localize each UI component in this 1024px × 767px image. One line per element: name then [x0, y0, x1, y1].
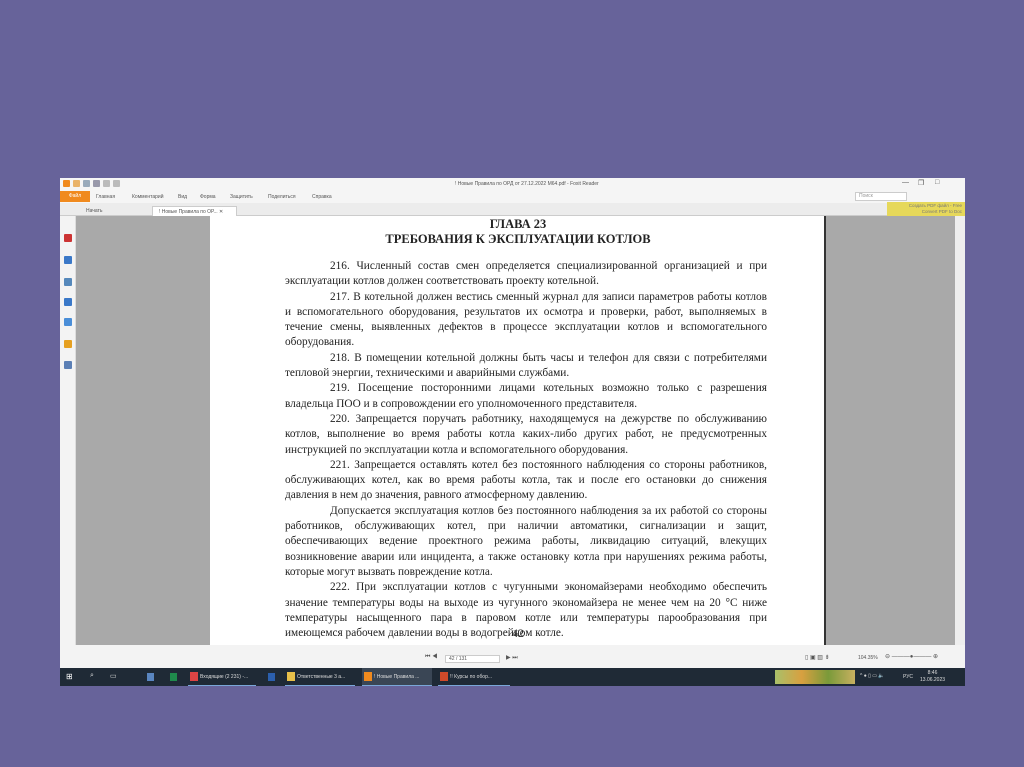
open-icon[interactable] [73, 180, 80, 187]
print-icon[interactable] [93, 180, 100, 187]
taskbar-label: Входящие (2 231) -... [200, 674, 249, 680]
language-indicator[interactable]: РУС [903, 674, 913, 680]
window-title: ! Новые Правила по ОРД от 27.12.2022 М64… [455, 181, 599, 187]
pdf-page: ГЛАВА 23 ТРЕБОВАНИЯ К ЭКСПЛУАТАЦИИ КОТЛО… [210, 216, 826, 645]
close-tab-icon[interactable]: ✕ [219, 209, 223, 215]
pages-icon[interactable] [64, 256, 72, 264]
taskbar-label: Ответственные 3 а... [297, 674, 346, 680]
windows-taskbar: ⊞ ⌕ ▭ Входящие (2 231) -... Ответственны… [60, 668, 965, 686]
page-field[interactable]: 42 / 131 [445, 655, 500, 663]
minimize-button[interactable]: — [902, 179, 909, 186]
page-number: 42 [512, 626, 524, 640]
clock[interactable]: 8:46 13.06.2023 [920, 670, 945, 684]
taskbar-item-browser[interactable]: Входящие (2 231) -... [188, 668, 256, 686]
search-input[interactable]: Поиск [855, 192, 907, 201]
powerpoint-icon [440, 672, 448, 681]
taskbar-item-folder[interactable]: Ответственные 3 а... [285, 668, 355, 686]
chrome-icon [190, 672, 198, 681]
tab-protect[interactable]: Защитить [230, 194, 253, 200]
chapter-title: ГЛАВА 23 [489, 217, 547, 231]
date: 13.06.2023 [920, 677, 946, 683]
promo-banner[interactable]: Создать PDF файл - Free Convert PDF to Do… [887, 202, 965, 216]
promo-line2: Convert PDF to Doc [921, 209, 962, 214]
lock-icon[interactable] [64, 340, 72, 348]
search-icon[interactable]: ⌕ [90, 672, 94, 680]
paragraph: Допускается эксплуатация котлов без пост… [285, 504, 767, 578]
undo-icon[interactable] [103, 180, 110, 187]
bookmark-icon[interactable] [64, 234, 72, 242]
taskbar-item-powerpoint[interactable]: !! Курсы по обор... [438, 668, 510, 686]
word-icon[interactable] [268, 673, 275, 681]
first-page-button[interactable]: ⏮ ◀ [425, 654, 437, 661]
taskbar-label: ! Новые Правила ... [374, 674, 420, 680]
time: 8:46 [927, 670, 938, 676]
paragraph: 219. Посещение посторонними лицами котел… [285, 382, 767, 410]
tray-icons[interactable]: ^ ● ▯ ▭ 🔈 [860, 673, 885, 679]
paragraph: 220. Запрещается поручать работнику, нах… [285, 412, 767, 456]
paragraph: 218. В помещении котельной должны быть ч… [285, 351, 767, 380]
foxit-icon [364, 672, 372, 681]
attachment-icon[interactable] [64, 318, 72, 326]
tab-start[interactable]: Начать [80, 206, 108, 216]
start-icon[interactable]: ⊞ [66, 672, 73, 681]
tab-form[interactable]: Форма [200, 194, 216, 200]
tab-home[interactable]: Главная [96, 194, 115, 200]
tab-document-label: ! Новые Правила по ОР... [159, 209, 218, 215]
file-tab[interactable]: Файл [60, 191, 90, 202]
document-tabs: Начать ! Новые Правила по ОР... ✕ [60, 203, 965, 216]
app-icon[interactable] [147, 673, 154, 681]
next-page-button[interactable]: ▶ ⏭ [506, 654, 518, 662]
comments-icon[interactable] [64, 298, 72, 306]
signature-icon[interactable] [64, 361, 72, 369]
zoom-level[interactable]: 104.35% [858, 655, 878, 661]
zoom-slider[interactable]: ⊖ ———●——— ⊕ [885, 653, 938, 660]
task-view-icon[interactable]: ▭ [110, 672, 117, 680]
paragraph: 217. В котельной должен вестись сменный … [285, 290, 767, 349]
restore-button[interactable]: ❐ [918, 179, 924, 187]
tab-view[interactable]: Вид [178, 194, 187, 200]
paragraph: 221. Запрещается оставлять котел без пос… [285, 458, 767, 502]
foxit-reader-window: ! Новые Правила по ОРД от 27.12.2022 М64… [60, 178, 965, 686]
paragraph: 216. Численный состав смен определяется … [285, 260, 767, 288]
status-bar: ⏮ ◀ 42 / 131 ▶ ⏭ ▯ ▣ ▥ ⇟ 104.35% ⊖ ———●—… [60, 645, 965, 668]
tab-help[interactable]: Справка [312, 194, 332, 200]
taskbar-item-foxit[interactable]: ! Новые Правила ... [362, 668, 432, 686]
taskbar-label: !! Курсы по обор... [450, 674, 493, 680]
tab-comment[interactable]: Комментарий [132, 194, 164, 200]
title-bar: ! Новые Правила по ОРД от 27.12.2022 М64… [60, 178, 965, 190]
maximize-button[interactable]: □ [935, 179, 939, 186]
view-mode-icons[interactable]: ▯ ▣ ▥ ⇟ [805, 654, 830, 661]
save-icon[interactable] [83, 180, 90, 187]
chapter-heading: ТРЕБОВАНИЯ К ЭКСПЛУАТАЦИИ КОТЛОВ [385, 232, 651, 246]
ribbon-tabs: Файл Главная Комментарий Вид Форма Защит… [60, 190, 965, 203]
folder-icon [287, 672, 295, 681]
navigation-panel [60, 216, 76, 645]
document-body: 216. Численный состав смен определяется … [285, 259, 767, 641]
excel-icon[interactable] [170, 673, 177, 681]
redo-icon[interactable] [113, 180, 120, 187]
layers-icon[interactable] [64, 278, 72, 286]
tab-share[interactable]: Поделиться [268, 194, 296, 200]
weather-widget[interactable] [775, 670, 855, 684]
vertical-scrollbar[interactable] [955, 216, 965, 645]
app-logo-icon [63, 180, 70, 187]
tab-document[interactable]: ! Новые Правила по ОР... ✕ [152, 206, 237, 216]
